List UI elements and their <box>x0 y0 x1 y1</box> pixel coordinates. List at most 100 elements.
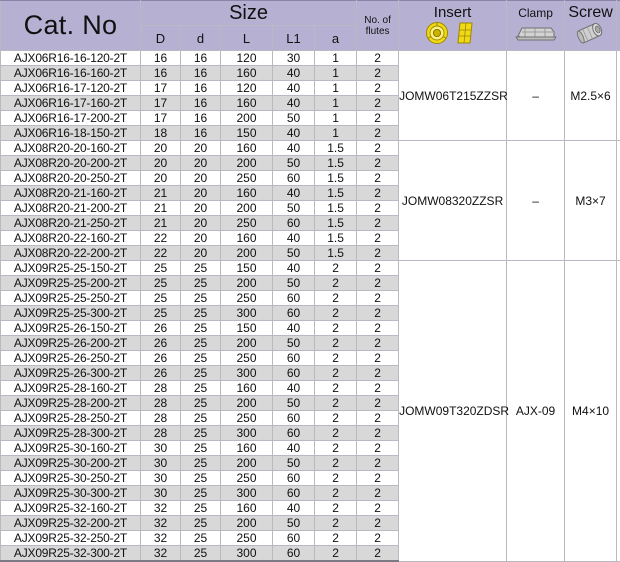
cell-size-dd: 25 <box>181 501 221 516</box>
table-row: AJX06R16-16-120-2T16161203012JOMW06T215Z… <box>1 51 620 66</box>
cell-cat-no: AJX09R25-26-200-2T <box>1 336 141 351</box>
cell-size-dd: 20 <box>181 141 221 156</box>
cell-wrench: T10 <box>617 141 620 261</box>
cell-size-l1: 60 <box>273 471 315 486</box>
cell-flutes: 2 <box>357 381 399 396</box>
header-screw: Screw <box>565 1 617 51</box>
cell-size-a: 2 <box>315 366 357 381</box>
cell-flutes: 2 <box>357 126 399 141</box>
cell-flutes: 2 <box>357 336 399 351</box>
cell-size-dd: 20 <box>181 216 221 231</box>
cell-cat-no: AJX09R25-28-200-2T <box>1 396 141 411</box>
cell-size-l: 150 <box>221 126 273 141</box>
cell-size-l: 120 <box>221 51 273 66</box>
cell-cat-no: AJX09R25-26-150-2T <box>1 321 141 336</box>
cell-clamp: – <box>507 51 565 141</box>
cell-size-d: 26 <box>141 366 181 381</box>
cell-flutes: 2 <box>357 441 399 456</box>
cell-size-l: 250 <box>221 291 273 306</box>
cell-size-l: 160 <box>221 441 273 456</box>
header-clamp-label: Clamp <box>518 6 553 20</box>
cell-cat-no: AJX09R25-25-150-2T <box>1 261 141 276</box>
cell-size-a: 1.5 <box>315 216 357 231</box>
cell-size-d: 22 <box>141 246 181 261</box>
cell-size-a: 1.5 <box>315 141 357 156</box>
cell-size-a: 2 <box>315 456 357 471</box>
cell-size-dd: 25 <box>181 336 221 351</box>
cell-size-l1: 60 <box>273 351 315 366</box>
header-wrench: Wrench <box>617 1 620 51</box>
cell-flutes: 2 <box>357 246 399 261</box>
cell-size-d: 30 <box>141 486 181 501</box>
cell-size-dd: 16 <box>181 51 221 66</box>
cell-size-d: 18 <box>141 126 181 141</box>
cell-cat-no: AJX09R25-28-250-2T <box>1 411 141 426</box>
cell-size-l1: 50 <box>273 336 315 351</box>
cell-size-a: 2 <box>315 531 357 546</box>
cell-size-l1: 30 <box>273 51 315 66</box>
cell-size-dd: 25 <box>181 411 221 426</box>
cell-size-d: 30 <box>141 441 181 456</box>
cell-size-l1: 50 <box>273 396 315 411</box>
cell-cat-no: AJX08R20-20-160-2T <box>1 141 141 156</box>
cell-wrench: T8 <box>617 51 620 141</box>
cell-cat-no: AJX06R16-18-150-2T <box>1 126 141 141</box>
cell-cat-no: AJX06R16-17-120-2T <box>1 81 141 96</box>
cell-size-a: 2 <box>315 516 357 531</box>
cell-cat-no: AJX09R25-30-200-2T <box>1 456 141 471</box>
header-size-dd: d <box>181 26 221 51</box>
cell-size-d: 21 <box>141 216 181 231</box>
cell-flutes: 2 <box>357 366 399 381</box>
header-cat-no: Cat. No <box>1 1 141 51</box>
cell-size-dd: 20 <box>181 186 221 201</box>
cell-cat-no: AJX09R25-28-300-2T <box>1 426 141 441</box>
cell-size-dd: 20 <box>181 231 221 246</box>
insert-icon-group <box>423 20 483 46</box>
cell-size-l1: 50 <box>273 111 315 126</box>
cell-size-dd: 25 <box>181 381 221 396</box>
cell-size-d: 17 <box>141 96 181 111</box>
cell-size-a: 2 <box>315 441 357 456</box>
round-insert-icon <box>423 21 483 45</box>
cell-size-d: 30 <box>141 471 181 486</box>
cell-size-dd: 25 <box>181 291 221 306</box>
cell-size-l1: 60 <box>273 546 315 562</box>
cell-size-dd: 16 <box>181 111 221 126</box>
cell-size-d: 28 <box>141 426 181 441</box>
cell-size-dd: 25 <box>181 546 221 562</box>
cell-size-d: 26 <box>141 351 181 366</box>
cell-size-a: 2 <box>315 546 357 562</box>
cell-flutes: 2 <box>357 501 399 516</box>
cell-flutes: 2 <box>357 186 399 201</box>
cell-size-d: 32 <box>141 531 181 546</box>
cell-size-d: 25 <box>141 306 181 321</box>
cell-cat-no: AJX06R16-17-200-2T <box>1 111 141 126</box>
cell-size-l: 160 <box>221 231 273 246</box>
cell-flutes: 2 <box>357 426 399 441</box>
cell-size-l: 200 <box>221 111 273 126</box>
cell-size-dd: 25 <box>181 321 221 336</box>
cell-size-d: 25 <box>141 276 181 291</box>
cell-size-l1: 60 <box>273 171 315 186</box>
cell-flutes: 2 <box>357 396 399 411</box>
cell-flutes: 2 <box>357 216 399 231</box>
cell-size-l1: 40 <box>273 81 315 96</box>
cell-size-a: 1 <box>315 66 357 81</box>
cell-size-l: 200 <box>221 456 273 471</box>
header-no-of-flutes: No. of flutes <box>357 1 399 51</box>
cell-flutes: 2 <box>357 111 399 126</box>
cell-flutes: 2 <box>357 51 399 66</box>
cell-size-l1: 60 <box>273 366 315 381</box>
cell-flutes: 2 <box>357 276 399 291</box>
cell-size-dd: 25 <box>181 306 221 321</box>
cell-wrench: T15 <box>617 261 620 562</box>
cell-size-a: 2 <box>315 381 357 396</box>
cell-cat-no: AJX08R20-22-200-2T <box>1 246 141 261</box>
cell-flutes: 2 <box>357 531 399 546</box>
cell-size-d: 28 <box>141 381 181 396</box>
cell-size-l1: 40 <box>273 231 315 246</box>
header-screw-label: Screw <box>568 6 612 20</box>
cell-size-l: 250 <box>221 171 273 186</box>
cell-size-d: 20 <box>141 171 181 186</box>
cell-cat-no: AJX08R20-20-250-2T <box>1 171 141 186</box>
